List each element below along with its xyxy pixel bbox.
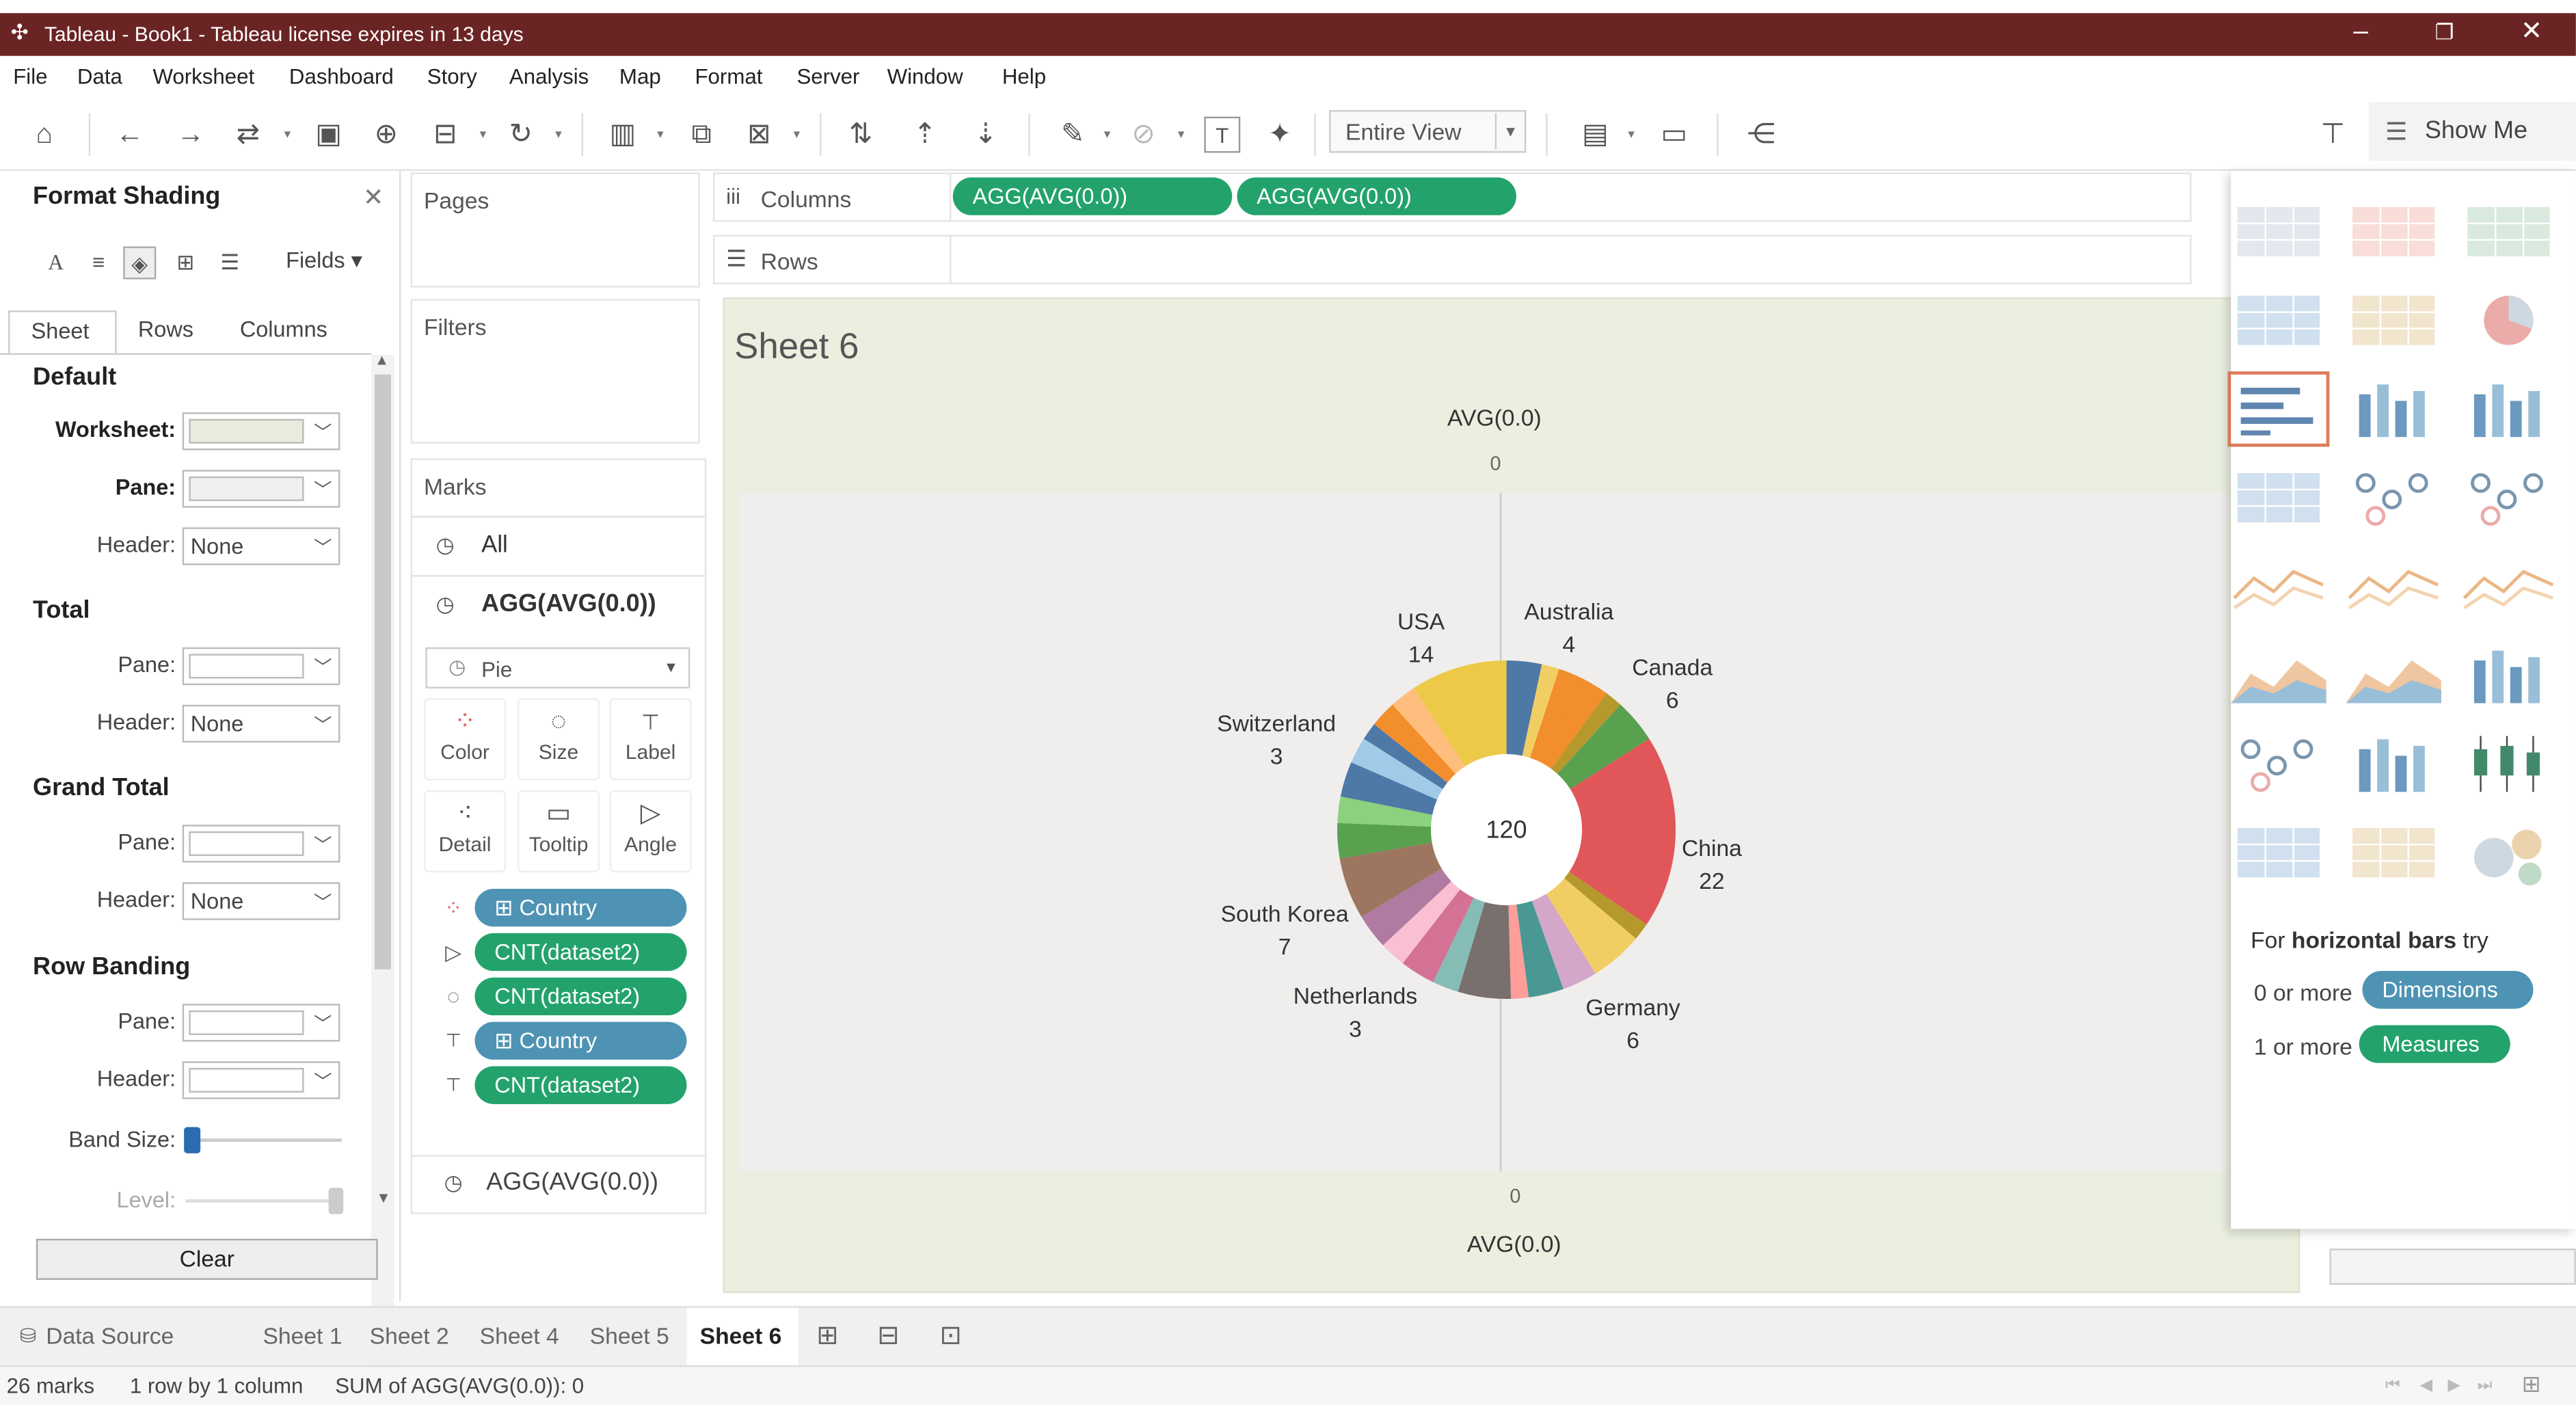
- pie-label-germany: Germany 6: [1575, 991, 1690, 1056]
- pie-label-netherlands: Netherlands 3: [1281, 979, 1429, 1045]
- new-dashboard-icon[interactable]: ⊟: [877, 1320, 899, 1352]
- gantt-chart-icon[interactable]: [2227, 815, 2329, 891]
- label-name: Australia: [1524, 598, 1614, 625]
- highlight-table-icon[interactable]: [2458, 194, 2560, 270]
- marks-count: 26 marks: [6, 1373, 95, 1398]
- label-name: Germany: [1585, 993, 1680, 1021]
- label-value: 3: [1270, 742, 1283, 769]
- symbol-map-icon[interactable]: [2227, 282, 2329, 358]
- pie-label-australia: Australia 4: [1512, 595, 1626, 660]
- center-total-label: 120: [1486, 816, 1527, 844]
- area-continuous-icon[interactable]: [2227, 637, 2329, 713]
- label-value: 3: [1349, 1015, 1362, 1042]
- hint-prefix: For: [2251, 926, 2292, 953]
- label-value: 4: [1562, 630, 1576, 658]
- histogram-icon[interactable]: [2343, 726, 2445, 802]
- measures-requirement: 1 or more: [2253, 1033, 2352, 1060]
- tab-sheet-6[interactable]: Sheet 6: [700, 1322, 782, 1348]
- previous-page-icon[interactable]: ◀: [2420, 1377, 2433, 1395]
- label-value: 14: [1408, 641, 1434, 667]
- tab-sheet-4[interactable]: Sheet 4: [480, 1322, 559, 1348]
- label-name: Netherlands: [1293, 982, 1418, 1009]
- next-page-icon[interactable]: ▶: [2447, 1377, 2460, 1395]
- label-value: 6: [1665, 686, 1679, 713]
- pie-label-switzerland: Switzerland 3: [1203, 706, 1350, 772]
- tab-sheet-5[interactable]: Sheet 5: [590, 1322, 669, 1348]
- text-table-icon[interactable]: [2227, 194, 2329, 270]
- tab-sheet-2[interactable]: Sheet 2: [370, 1322, 449, 1348]
- filled-map-icon[interactable]: [2343, 282, 2445, 358]
- horizontal-bars-icon[interactable]: [2227, 371, 2330, 447]
- sheet-tab-bar: ⛁ Data Source Sheet 1 Sheet 2 Sheet 4 Sh…: [0, 1306, 2576, 1365]
- label-name: USA: [1397, 608, 1445, 634]
- box-and-whisker-icon[interactable]: [2458, 726, 2560, 802]
- tab-sheet-1[interactable]: Sheet 1: [263, 1322, 342, 1348]
- hint-chart-type: horizontal bars: [2291, 926, 2457, 953]
- new-worksheet-icon[interactable]: ⊞: [816, 1320, 838, 1352]
- last-page-icon[interactable]: ⏭: [2478, 1377, 2493, 1395]
- treemap-icon[interactable]: [2227, 460, 2329, 536]
- pie-label-china: China 22: [1676, 831, 1748, 897]
- sum-readout: SUM of AGG(AVG(0.0)): 0: [335, 1373, 585, 1398]
- bullet-graph-icon[interactable]: [2343, 815, 2445, 891]
- continuous-lines-icon[interactable]: [2227, 549, 2329, 625]
- label-name: South Korea: [1220, 900, 1349, 927]
- label-name: Canada: [1632, 654, 1713, 680]
- pie-label-south-korea: South Korea 7: [1209, 897, 1360, 963]
- circle-views-icon[interactable]: [2343, 460, 2445, 536]
- data-source-icon: ⛁: [19, 1324, 37, 1348]
- dimensions-badge: Dimensions: [2362, 971, 2534, 1009]
- rows-columns-count: 1 row by 1 column: [129, 1373, 304, 1398]
- scatter-plot-icon[interactable]: [2227, 726, 2329, 802]
- stacked-bars-icon[interactable]: [2343, 371, 2445, 447]
- label-value: 22: [1699, 867, 1725, 894]
- pie-label-usa: USA 14: [1395, 604, 1447, 670]
- heat-map-icon[interactable]: [2343, 194, 2445, 270]
- discrete-lines-icon[interactable]: [2343, 549, 2445, 625]
- pie-chart-icon[interactable]: [2458, 282, 2560, 358]
- tab-data-source[interactable]: Data Source: [46, 1322, 174, 1348]
- status-bar: 26 marks 1 row by 1 column SUM of AGG(AV…: [0, 1365, 2576, 1405]
- label-name: Switzerland: [1217, 710, 1337, 736]
- label-name: China: [1681, 834, 1742, 861]
- area-discrete-icon[interactable]: [2343, 637, 2445, 713]
- grid-view-icon[interactable]: ⊞: [2522, 1370, 2541, 1398]
- packed-bubbles-icon[interactable]: [2458, 815, 2560, 891]
- horizontal-scrollbar[interactable]: [2329, 1248, 2576, 1285]
- dual-lines-icon[interactable]: [2458, 549, 2560, 625]
- new-story-icon[interactable]: ⊡: [940, 1320, 962, 1352]
- side-by-side-bars-icon[interactable]: [2458, 371, 2560, 447]
- first-page-icon[interactable]: ⏮: [2385, 1377, 2400, 1395]
- label-value: 6: [1626, 1026, 1639, 1054]
- pie-label-canada: Canada 6: [1622, 651, 1723, 717]
- dual-combination-icon[interactable]: [2458, 637, 2560, 713]
- pie-chart[interactable]: 120: [0, 0, 2576, 1405]
- show-me-hint: For horizontal bars try: [2251, 926, 2488, 952]
- measures-badge: Measures: [2359, 1025, 2510, 1063]
- hint-suffix: try: [2456, 926, 2488, 953]
- label-value: 7: [1278, 933, 1291, 960]
- side-by-side-circles-icon[interactable]: [2458, 460, 2560, 536]
- dimensions-requirement: 0 or more: [2253, 979, 2352, 1006]
